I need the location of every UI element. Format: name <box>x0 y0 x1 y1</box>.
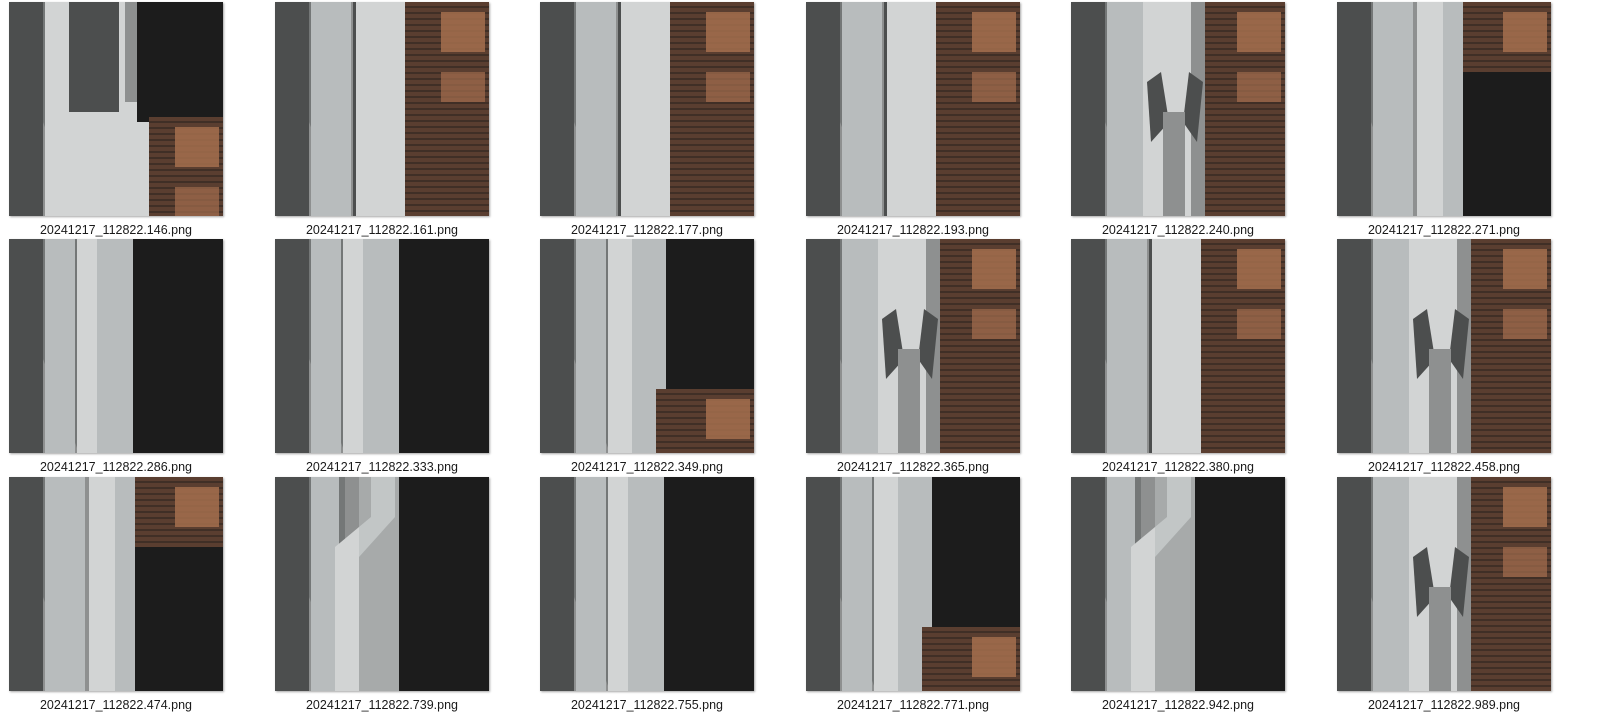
file-tile[interactable]: 20241217_112822.739.png <box>275 477 489 717</box>
file-name-label[interactable]: 20241217_112822.146.png <box>0 223 239 237</box>
file-tile[interactable]: 20241217_112822.146.png <box>9 2 223 242</box>
image-thumbnail[interactable] <box>1337 2 1551 216</box>
file-name-label[interactable]: 20241217_112822.942.png <box>1055 698 1301 712</box>
file-thumbnail-grid: 20241217_112822.146.png 20241217_112822.1… <box>0 0 1612 728</box>
image-thumbnail[interactable] <box>540 2 754 216</box>
file-tile[interactable]: 20241217_112822.989.png <box>1337 477 1551 717</box>
image-thumbnail[interactable] <box>275 477 489 691</box>
image-thumbnail[interactable] <box>1071 2 1285 216</box>
file-name-label[interactable]: 20241217_112822.380.png <box>1055 460 1301 474</box>
file-tile[interactable]: 20241217_112822.380.png <box>1071 239 1285 479</box>
file-tile[interactable]: 20241217_112822.161.png <box>275 2 489 242</box>
file-name-label[interactable]: 20241217_112822.240.png <box>1055 223 1301 237</box>
file-name-label[interactable]: 20241217_112822.474.png <box>0 698 239 712</box>
file-name-label[interactable]: 20241217_112822.161.png <box>259 223 505 237</box>
file-name-label[interactable]: 20241217_112822.286.png <box>0 460 239 474</box>
file-name-label[interactable]: 20241217_112822.458.png <box>1321 460 1567 474</box>
file-tile[interactable]: 20241217_112822.458.png <box>1337 239 1551 479</box>
image-thumbnail[interactable] <box>806 239 1020 453</box>
file-name-label[interactable]: 20241217_112822.349.png <box>524 460 770 474</box>
image-thumbnail[interactable] <box>540 477 754 691</box>
file-tile[interactable]: 20241217_112822.942.png <box>1071 477 1285 717</box>
file-tile[interactable]: 20241217_112822.771.png <box>806 477 1020 717</box>
file-tile[interactable]: 20241217_112822.333.png <box>275 239 489 479</box>
file-name-label[interactable]: 20241217_112822.755.png <box>524 698 770 712</box>
file-name-label[interactable]: 20241217_112822.365.png <box>790 460 1036 474</box>
file-name-label[interactable]: 20241217_112822.177.png <box>524 223 770 237</box>
file-tile[interactable]: 20241217_112822.177.png <box>540 2 754 242</box>
image-thumbnail[interactable] <box>275 2 489 216</box>
file-name-label[interactable]: 20241217_112822.333.png <box>259 460 505 474</box>
image-thumbnail[interactable] <box>806 477 1020 691</box>
file-tile[interactable]: 20241217_112822.193.png <box>806 2 1020 242</box>
file-tile[interactable]: 20241217_112822.755.png <box>540 477 754 717</box>
file-tile[interactable]: 20241217_112822.365.png <box>806 239 1020 479</box>
image-thumbnail[interactable] <box>9 239 223 453</box>
image-thumbnail[interactable] <box>806 2 1020 216</box>
image-thumbnail[interactable] <box>9 2 223 216</box>
file-name-label[interactable]: 20241217_112822.739.png <box>259 698 505 712</box>
image-thumbnail[interactable] <box>9 477 223 691</box>
image-thumbnail[interactable] <box>275 239 489 453</box>
file-tile[interactable]: 20241217_112822.286.png <box>9 239 223 479</box>
file-name-label[interactable]: 20241217_112822.193.png <box>790 223 1036 237</box>
image-thumbnail[interactable] <box>1071 239 1285 453</box>
file-tile[interactable]: 20241217_112822.271.png <box>1337 2 1551 242</box>
file-name-label[interactable]: 20241217_112822.989.png <box>1321 698 1567 712</box>
file-tile[interactable]: 20241217_112822.349.png <box>540 239 754 479</box>
file-tile[interactable]: 20241217_112822.240.png <box>1071 2 1285 242</box>
image-thumbnail[interactable] <box>1071 477 1285 691</box>
file-tile[interactable]: 20241217_112822.474.png <box>9 477 223 717</box>
file-name-label[interactable]: 20241217_112822.771.png <box>790 698 1036 712</box>
image-thumbnail[interactable] <box>1337 477 1551 691</box>
file-name-label[interactable]: 20241217_112822.271.png <box>1321 223 1567 237</box>
image-thumbnail[interactable] <box>1337 239 1551 453</box>
image-thumbnail[interactable] <box>540 239 754 453</box>
